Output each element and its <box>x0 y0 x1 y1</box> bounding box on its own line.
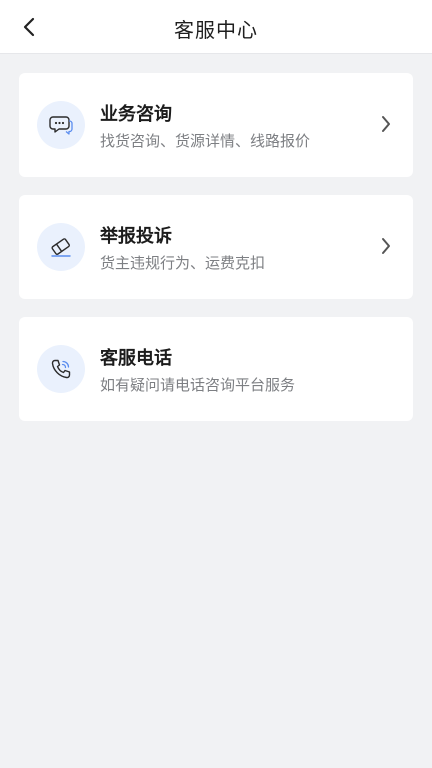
report-complaint-title: 举报投诉 <box>100 226 172 247</box>
report-complaint-icon-badge <box>37 223 85 271</box>
business-consult-card[interactable]: 业务咨询 找货咨询、货源详情、线路报价 <box>19 73 413 177</box>
page-title: 客服中心 <box>174 18 258 42</box>
service-phone-description: 如有疑问请电话咨询平台服务 <box>100 376 296 394</box>
chevron-right-icon <box>382 116 390 132</box>
service-phone-card[interactable]: 客服电话 如有疑问请电话咨询平台服务 <box>19 317 413 421</box>
report-complaint-description: 货主违规行为、运费克扣 <box>100 254 266 272</box>
eraser-icon <box>51 238 71 257</box>
business-consult-description: 找货咨询、货源详情、线路报价 <box>100 132 311 150</box>
service-phone-icon-badge <box>37 345 85 393</box>
top-nav-bar: 客服中心 <box>0 0 432 54</box>
business-consult-title: 业务咨询 <box>100 104 172 125</box>
report-complaint-card[interactable]: 举报投诉 货主违规行为、运费克扣 <box>19 195 413 299</box>
phone-icon <box>51 359 71 379</box>
chevron-right-icon <box>382 238 390 254</box>
service-phone-title: 客服电话 <box>100 348 172 369</box>
business-consult-icon-badge <box>37 101 85 149</box>
chat-bubbles-icon <box>49 116 73 135</box>
